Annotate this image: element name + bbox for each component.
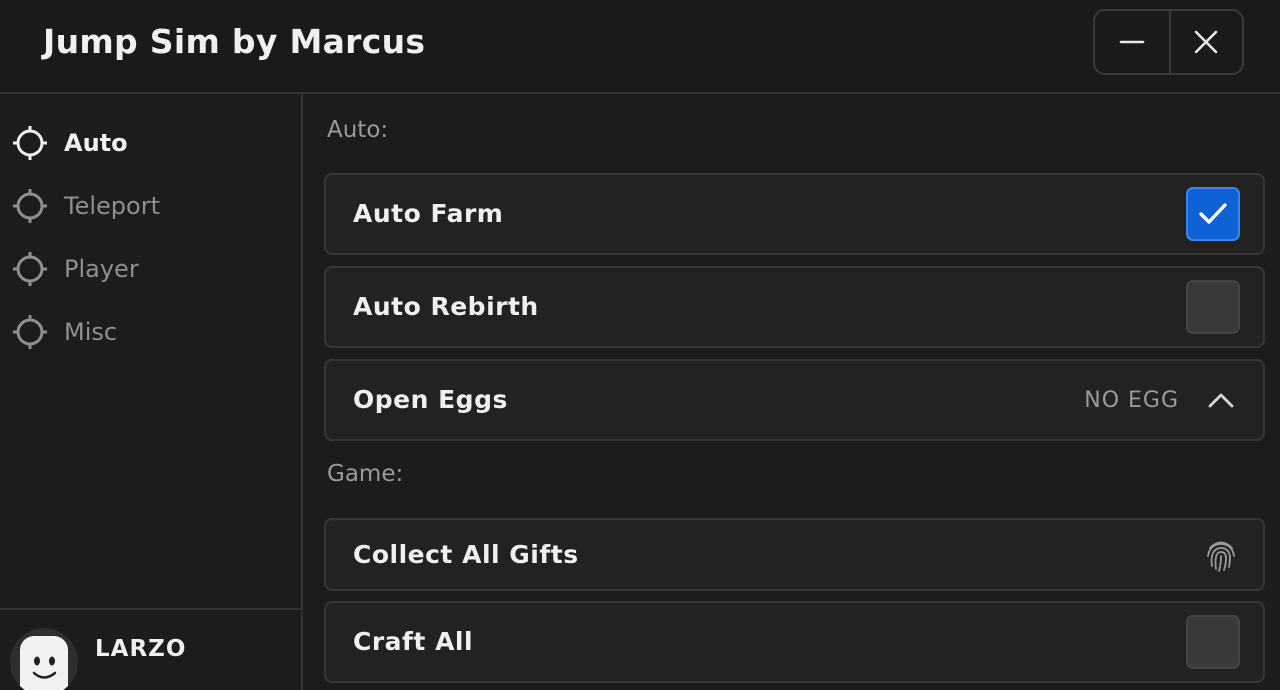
main-panel: Auto: Auto Farm Auto Rebirth Open Eggs N…: [305, 94, 1280, 690]
smiley-avatar-icon: [20, 636, 68, 690]
checkmark-icon: [1199, 203, 1227, 224]
crosshair-icon: [13, 315, 47, 349]
craft-all-checkbox[interactable]: [1186, 615, 1240, 669]
section-title-game: Game:: [327, 461, 404, 487]
chevron-up-icon[interactable]: [1207, 390, 1235, 410]
row-label: Open Eggs: [353, 385, 508, 414]
user-profile: LARZO: [0, 608, 303, 690]
crosshair-icon: [13, 189, 47, 223]
sidebar-item-label: Misc: [64, 318, 118, 346]
sidebar-item-label: Player: [64, 255, 139, 283]
craft-all-row[interactable]: Craft All: [324, 601, 1265, 683]
row-label: Craft All: [353, 627, 474, 656]
dropdown-value: NO EGG: [1084, 388, 1179, 413]
minimize-button[interactable]: [1095, 11, 1169, 73]
minimize-icon: [1119, 40, 1145, 44]
row-label: Auto Farm: [353, 199, 504, 228]
sidebar-item-label: Auto: [64, 129, 128, 157]
sidebar: Auto Teleport Player Misc LARZO: [0, 94, 303, 690]
crosshair-icon: [13, 252, 47, 286]
sidebar-item-player[interactable]: Player: [0, 243, 303, 295]
row-label: Collect All Gifts: [353, 540, 579, 569]
open-eggs-dropdown[interactable]: Open Eggs NO EGG: [324, 359, 1265, 441]
username: LARZO: [95, 636, 187, 662]
fingerprint-icon: [1207, 541, 1235, 572]
close-button[interactable]: [1168, 11, 1243, 73]
window-controls: [1093, 9, 1244, 75]
auto-rebirth-checkbox[interactable]: [1186, 280, 1240, 334]
title-bar[interactable]: Jump Sim by Marcus: [0, 0, 1280, 94]
auto-rebirth-row[interactable]: Auto Rebirth: [324, 266, 1265, 348]
sidebar-item-label: Teleport: [64, 192, 160, 220]
row-label: Auto Rebirth: [353, 292, 539, 321]
crosshair-icon: [13, 126, 47, 160]
app-window: Jump Sim by Marcus Auto Teleport Player …: [0, 0, 1280, 690]
avatar: [10, 628, 78, 690]
sidebar-item-misc[interactable]: Misc: [0, 306, 303, 358]
sidebar-item-teleport[interactable]: Teleport: [0, 180, 303, 232]
auto-farm-row[interactable]: Auto Farm: [324, 173, 1265, 255]
close-icon: [1194, 30, 1218, 54]
sidebar-item-auto[interactable]: Auto: [0, 117, 303, 169]
window-title: Jump Sim by Marcus: [43, 22, 426, 61]
collect-all-gifts-button[interactable]: Collect All Gifts: [324, 518, 1265, 591]
auto-farm-checkbox[interactable]: [1186, 187, 1240, 241]
section-title-auto: Auto:: [327, 117, 389, 143]
